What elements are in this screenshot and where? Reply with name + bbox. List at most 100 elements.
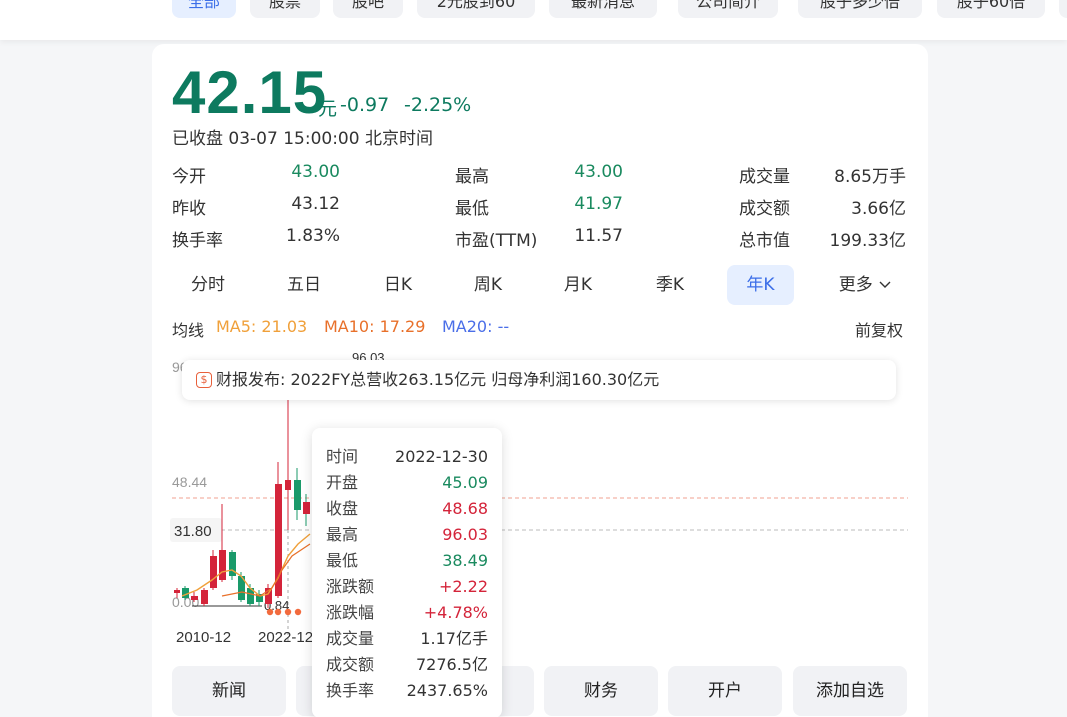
ma5-value: MA5: 21.03 <box>216 317 308 336</box>
tooltip-key: 最低 <box>326 551 359 570</box>
tooltip-value: 38.49 <box>442 551 488 570</box>
candle <box>303 502 310 514</box>
tooltip-value: 48.68 <box>442 499 488 518</box>
tab-more-label: 更多 <box>838 275 873 295</box>
tooltip-key: 涨跌幅 <box>326 603 375 622</box>
tab-more[interactable]: 更多 <box>832 265 898 305</box>
tooltip-row: 成交量 1.17亿手 <box>326 626 488 652</box>
stat-value-prev-close: 43.12 <box>291 194 340 214</box>
event-dot[interactable] <box>284 608 292 616</box>
tab-quarterly-k[interactable]: 季K <box>636 265 704 305</box>
tooltip-key: 开盘 <box>326 473 359 492</box>
tooltip-row: 换手率 2437.65% <box>326 678 488 704</box>
stat-label-low: 最低 <box>455 199 489 219</box>
stat-value-open: 43.00 <box>291 162 340 182</box>
tooltip-row: 涨跌幅 +4.78% <box>326 600 488 626</box>
candle <box>210 556 217 588</box>
x-axis-label-start: 2010-12 <box>176 629 231 646</box>
tooltip-value: 1.17亿手 <box>420 629 488 648</box>
tooltip-key: 时间 <box>326 447 359 466</box>
ma20-value: MA20: -- <box>442 317 510 336</box>
ma5-line <box>181 533 311 597</box>
tooltip-key: 涨跌额 <box>326 577 375 596</box>
top-tab-news[interactable]: 最新消息 <box>549 0 657 18</box>
tooltip-value: 96.03 <box>442 525 488 544</box>
tooltip-value: 2437.65% <box>406 681 488 700</box>
tab-intraday[interactable]: 分时 <box>174 265 242 305</box>
tooltip-row: 涨跌额 +2.22 <box>326 574 488 600</box>
ma10-value: MA10: 17.29 <box>324 317 426 336</box>
candle <box>174 590 180 593</box>
tooltip-row: 最高 96.03 <box>326 522 488 548</box>
adjust-mode[interactable]: 前复权 <box>855 317 903 341</box>
tooltip-key: 最高 <box>326 525 359 544</box>
candle-tooltip: 时间 2022-12-30 开盘 45.09 收盘 48.68 最高 96.03 最低 3… <box>312 428 502 717</box>
tooltip-row: 最低 38.49 <box>326 548 488 574</box>
top-tab-forum[interactable]: 股吧 <box>333 0 403 18</box>
tooltip-value: +4.78% <box>423 603 488 622</box>
tooltip-key: 成交额 <box>326 655 375 674</box>
financial-report-banner[interactable]: $ 财报发布: 2022FY总营收263.15亿元 归母净利润160.30亿元 <box>182 360 896 400</box>
stat-label-pe: 市盈(TTM) <box>455 231 538 251</box>
top-tab-more[interactable] <box>1059 0 1067 18</box>
chevron-down-icon <box>879 281 891 288</box>
dollar-icon: $ <box>196 372 212 388</box>
stat-label-market-cap: 总市值 <box>739 231 790 251</box>
tab-daily-k[interactable]: 日K <box>364 265 432 305</box>
stat-value-market-cap: 199.33亿 <box>829 231 906 251</box>
tooltip-row: 收盘 48.68 <box>326 496 488 522</box>
tooltip-row: 开盘 45.09 <box>326 470 488 496</box>
news-button[interactable]: 新闻 <box>172 666 286 716</box>
event-dot[interactable] <box>274 608 282 616</box>
reference-level-2: 31.80 <box>174 523 212 540</box>
add-watchlist-button[interactable]: 添加自选 <box>793 666 907 716</box>
event-dot[interactable] <box>266 608 274 616</box>
tooltip-value: 7276.5亿 <box>416 655 488 674</box>
tooltip-value: +2.22 <box>438 577 488 596</box>
candle <box>285 480 291 490</box>
tab-yearly-k[interactable]: 年K <box>727 265 794 305</box>
tooltip-key: 成交量 <box>326 629 375 648</box>
candle <box>191 596 198 600</box>
candle <box>294 480 301 510</box>
stat-label-turnover-rate: 换手率 <box>172 231 223 251</box>
candles <box>174 394 310 608</box>
reference-level-1: 48.44 <box>172 474 207 490</box>
stat-label-prev-close: 昨收 <box>172 199 206 219</box>
top-nav-bar: 全部 股票 股吧 2元股到60 最新消息 公司简介 股子多少倍 股子60倍 <box>0 0 1067 40</box>
tooltip-key: 收盘 <box>326 499 359 518</box>
top-tab-stock[interactable]: 股票 <box>250 0 320 18</box>
price-change: -0.97 <box>340 94 390 116</box>
current-price: 42.15 <box>172 59 328 126</box>
stat-value-pe: 11.57 <box>574 226 623 246</box>
price-unit: 元 <box>318 98 338 120</box>
stat-value-high: 43.00 <box>574 162 623 182</box>
top-tab-query-3[interactable]: 股子60倍 <box>937 0 1045 18</box>
tooltip-row: 成交额 7276.5亿 <box>326 652 488 678</box>
tab-weekly-k[interactable]: 周K <box>454 265 522 305</box>
candle <box>275 484 282 596</box>
finance-button[interactable]: 财务 <box>544 666 658 716</box>
tab-monthly-k[interactable]: 月K <box>544 265 612 305</box>
financial-report-text: 财报发布: 2022FY总营收263.15亿元 归母净利润160.30亿元 <box>216 370 660 389</box>
top-tab-profile[interactable]: 公司简介 <box>678 0 778 18</box>
x-axis-label-end: 2022-12 <box>258 629 313 646</box>
price-change-percent: -2.25% <box>404 94 472 116</box>
stat-label-high: 最高 <box>455 167 489 187</box>
stat-value-turnover: 3.66亿 <box>851 199 906 219</box>
stat-label-open: 今开 <box>172 167 206 187</box>
tooltip-key: 换手率 <box>326 681 375 700</box>
stat-value-low: 41.97 <box>574 194 623 214</box>
open-account-button[interactable]: 开户 <box>668 666 782 716</box>
stat-value-volume: 8.65万手 <box>834 167 906 187</box>
top-tab-query-2[interactable]: 股子多少倍 <box>798 0 922 18</box>
stat-label-turnover: 成交额 <box>739 199 790 219</box>
stock-quote-card: 42.15 元 -0.97 -2.25% 已收盘 03-07 15:00:00 … <box>152 44 928 717</box>
event-dot[interactable] <box>294 608 302 616</box>
tooltip-value: 2022-12-30 <box>395 447 488 466</box>
tooltip-value: 45.09 <box>442 473 488 492</box>
tab-five-day[interactable]: 五日 <box>270 265 338 305</box>
stat-value-turnover-rate: 1.83% <box>285 226 340 246</box>
top-tab-all[interactable]: 全部 <box>172 0 236 18</box>
top-tab-query-1[interactable]: 2元股到60 <box>417 0 535 18</box>
